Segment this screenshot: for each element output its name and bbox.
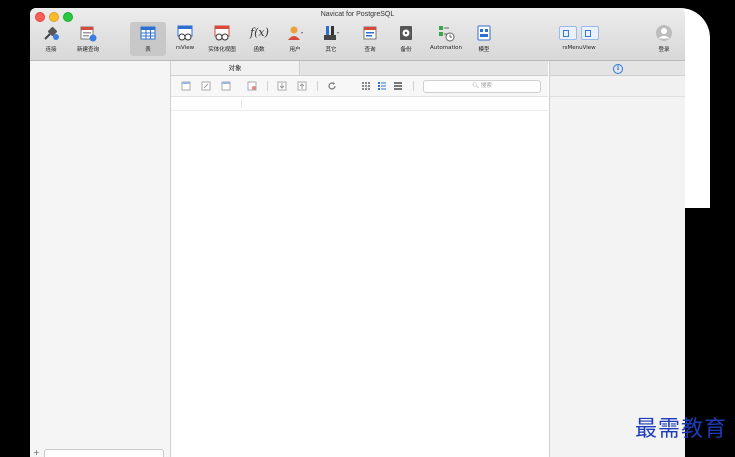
query-button[interactable]: 查询 bbox=[356, 22, 384, 56]
tab-objects[interactable]: 对象 bbox=[171, 61, 300, 75]
toolbar: Navicat for PostgreSQL 连接 新建查询 表 rsView … bbox=[30, 8, 685, 61]
automation-button[interactable]: Automation bbox=[426, 22, 466, 56]
column-divider[interactable] bbox=[241, 99, 242, 108]
toolbar-separator bbox=[413, 81, 414, 91]
export-icon[interactable] bbox=[297, 81, 307, 91]
plug-icon bbox=[42, 24, 60, 42]
left-panel-toggle-icon[interactable] bbox=[559, 26, 577, 40]
new-query-icon bbox=[79, 24, 97, 42]
connect-button[interactable]: 连接 bbox=[34, 22, 68, 56]
automation-icon bbox=[437, 24, 455, 42]
tab-bar: 对象 bbox=[171, 61, 548, 76]
delete-table-icon[interactable] bbox=[247, 81, 257, 91]
object-toolbar: 🔍︎ 搜索 bbox=[171, 76, 548, 97]
grid-view-icon[interactable] bbox=[361, 81, 371, 91]
view-button[interactable]: rsView bbox=[170, 22, 200, 56]
navigation-pane[interactable]: + bbox=[30, 61, 171, 457]
table-button[interactable]: 表 bbox=[130, 22, 166, 56]
design-table-icon[interactable] bbox=[201, 81, 211, 91]
backup-button[interactable]: 备份 bbox=[392, 22, 420, 56]
other-button[interactable]: 其它 bbox=[316, 22, 346, 56]
object-search-input[interactable]: 🔍︎ 搜索 bbox=[423, 80, 541, 93]
right-panel-toggle-icon[interactable] bbox=[581, 26, 599, 40]
info-pane: i bbox=[549, 61, 685, 457]
toolbar-separator bbox=[317, 81, 318, 91]
materialized-view-icon bbox=[213, 24, 231, 42]
function-icon: f(x) bbox=[250, 26, 269, 39]
new-query-button[interactable]: 新建查询 bbox=[70, 22, 106, 56]
backup-icon bbox=[397, 24, 415, 42]
import-icon[interactable] bbox=[277, 81, 287, 91]
list-view-icon[interactable] bbox=[377, 81, 387, 91]
info-pane-toolbar bbox=[550, 76, 685, 97]
query-icon bbox=[361, 24, 379, 42]
model-button[interactable]: 模型 bbox=[470, 22, 498, 56]
detail-view-icon[interactable] bbox=[393, 81, 403, 91]
info-icon[interactable]: i bbox=[613, 64, 623, 74]
function-button[interactable]: f(x) 函数 bbox=[246, 22, 272, 56]
open-table-icon[interactable] bbox=[181, 81, 191, 91]
app-window: Navicat for PostgreSQL 连接 新建查询 表 rsView … bbox=[30, 8, 685, 457]
info-pane-header: i bbox=[550, 61, 685, 76]
view-icon bbox=[176, 24, 194, 42]
toolbar-separator bbox=[267, 81, 268, 91]
model-icon bbox=[475, 24, 493, 42]
navigation-search-input[interactable] bbox=[44, 449, 164, 457]
add-connection-icon[interactable]: + bbox=[33, 448, 40, 457]
other-icon bbox=[322, 24, 340, 42]
object-pane: 对象 🔍︎ 搜索 bbox=[171, 61, 548, 457]
user-icon bbox=[286, 24, 304, 42]
panel-toggle-icons bbox=[557, 24, 601, 42]
refresh-icon[interactable] bbox=[327, 81, 337, 91]
watermark: 最需教育 bbox=[634, 417, 727, 442]
login-button[interactable]: 登录 bbox=[650, 22, 678, 56]
object-list-header bbox=[171, 97, 548, 111]
search-icon: 🔍︎ bbox=[472, 83, 480, 89]
materialized-view-button[interactable]: 实体化视图 bbox=[202, 22, 242, 56]
avatar-icon bbox=[655, 24, 673, 42]
user-button[interactable]: 用户 bbox=[280, 22, 310, 56]
menu-view-control[interactable]: rsMenuView bbox=[554, 22, 604, 56]
table-icon bbox=[139, 24, 157, 42]
window-title: Navicat for PostgreSQL bbox=[320, 11, 395, 18]
new-table-icon[interactable] bbox=[221, 81, 231, 91]
